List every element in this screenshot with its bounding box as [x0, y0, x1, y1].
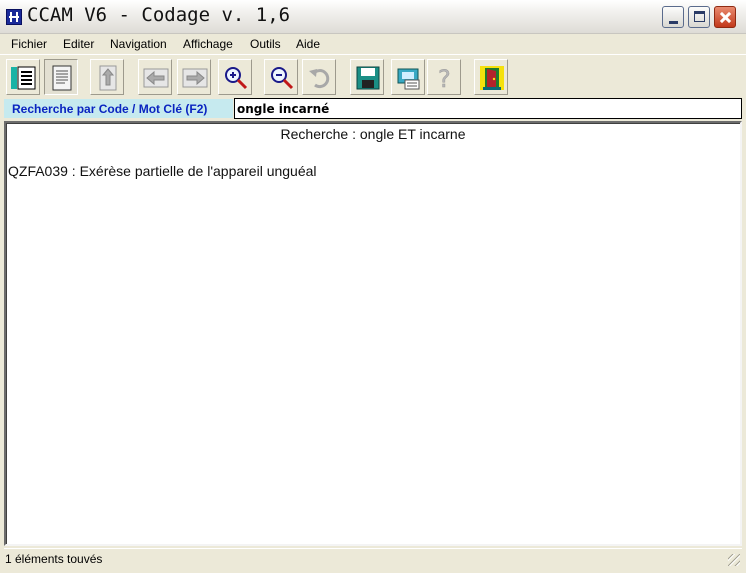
menu-navigation[interactable]: Navigation	[110, 37, 167, 51]
window-title: CCAM V6 - Codage v. 1,6	[27, 4, 291, 26]
search-input[interactable]	[234, 98, 742, 119]
undo-button[interactable]	[302, 59, 336, 95]
zoom-out-button[interactable]	[264, 59, 298, 95]
maximize-button[interactable]	[688, 6, 710, 28]
menu-editer[interactable]: Editer	[63, 37, 94, 51]
document-view-button[interactable]	[44, 59, 78, 95]
toolbar: ?	[0, 54, 746, 98]
save-button[interactable]	[350, 59, 384, 95]
zoom-in-button[interactable]	[218, 59, 252, 95]
list-view-button[interactable]	[6, 59, 40, 95]
document-view-icon	[52, 65, 72, 91]
menu-aide[interactable]: Aide	[296, 37, 320, 51]
zoom-in-icon	[225, 67, 248, 90]
result-item[interactable]: QZFA039 : Exérèse partielle de l'apparei…	[8, 163, 317, 179]
search-row: Recherche par Code / Mot Clé (F2)	[0, 98, 746, 120]
help-button[interactable]: ?	[427, 59, 461, 95]
page-up-icon	[99, 65, 117, 91]
maximize-icon	[694, 11, 705, 22]
menu-bar: Fichier Editer Navigation Affichage Outi…	[0, 34, 746, 54]
previous-button[interactable]	[138, 59, 172, 95]
title-bar[interactable]: CCAM V6 - Codage v. 1,6	[0, 0, 746, 34]
results-header: Recherche : ongle ET incarne	[280, 126, 466, 142]
status-text: 1 éléments touvés	[5, 552, 103, 566]
arrow-left-icon	[143, 68, 169, 88]
arrow-right-icon	[182, 68, 208, 88]
list-view-icon	[11, 66, 36, 90]
app-icon[interactable]	[6, 9, 22, 25]
print-button[interactable]	[391, 59, 425, 95]
resize-grip-icon[interactable]	[728, 554, 740, 566]
page-up-button[interactable]	[90, 59, 124, 95]
undo-icon	[309, 69, 330, 89]
status-bar: 1 éléments touvés	[4, 548, 742, 568]
minimize-icon	[669, 21, 678, 24]
print-icon	[397, 68, 420, 90]
application-window: CCAM V6 - Codage v. 1,6 Fichier Editer N…	[0, 0, 746, 573]
close-button[interactable]	[714, 6, 736, 28]
zoom-out-icon	[271, 67, 294, 90]
exit-door-icon	[480, 66, 504, 90]
minimize-button[interactable]	[662, 6, 684, 28]
exit-button[interactable]	[474, 59, 508, 95]
menu-affichage[interactable]: Affichage	[183, 37, 233, 51]
help-icon: ?	[438, 65, 451, 91]
next-button[interactable]	[177, 59, 211, 95]
menu-fichier[interactable]: Fichier	[11, 37, 47, 51]
svg-text:?: ?	[438, 65, 451, 91]
menu-outils[interactable]: Outils	[250, 37, 281, 51]
search-label: Recherche par Code / Mot Clé (F2)	[4, 99, 233, 118]
save-icon	[356, 66, 380, 90]
results-pane[interactable]: Recherche : ongle ET incarne QZFA039 : E…	[4, 121, 742, 546]
